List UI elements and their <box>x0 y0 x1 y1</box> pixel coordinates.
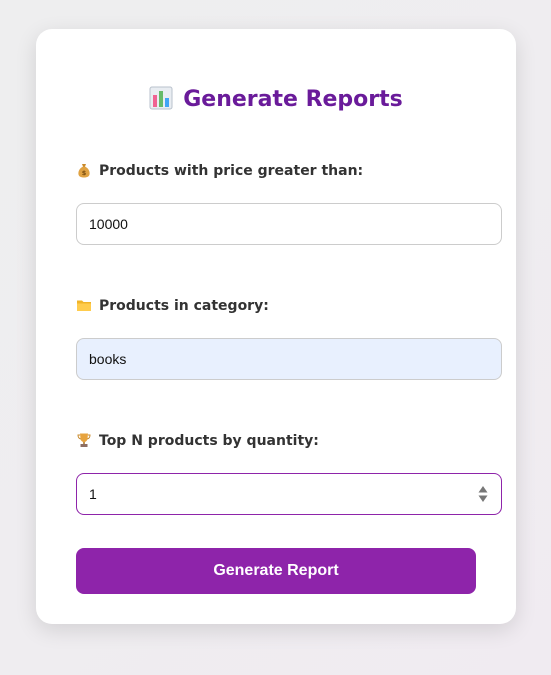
spinner-arrows-icon[interactable] <box>478 485 488 503</box>
folder-icon <box>77 300 91 311</box>
page-title: Generate Reports <box>36 85 516 115</box>
money-bag-icon: $ <box>78 164 90 178</box>
price-input[interactable] <box>76 203 502 245</box>
category-label: Products in category: <box>76 296 269 316</box>
bar-chart-icon <box>149 86 173 110</box>
topn-field <box>76 473 502 515</box>
price-label: $ Products with price greater than: <box>76 161 363 181</box>
topn-label: Top N products by quantity: <box>76 431 319 451</box>
svg-text:$: $ <box>82 169 87 177</box>
topn-input[interactable] <box>76 473 502 515</box>
category-label-text: Products in category: <box>99 298 269 314</box>
price-label-text: Products with price greater than: <box>99 163 364 179</box>
page-title-text: Generate Reports <box>183 87 403 112</box>
generate-report-button[interactable]: Generate Report <box>76 548 476 594</box>
trophy-icon <box>77 433 91 447</box>
report-card: Generate Reports $ Products with price g… <box>36 29 516 624</box>
topn-label-text: Top N products by quantity: <box>99 433 319 449</box>
category-input[interactable] <box>76 338 502 380</box>
